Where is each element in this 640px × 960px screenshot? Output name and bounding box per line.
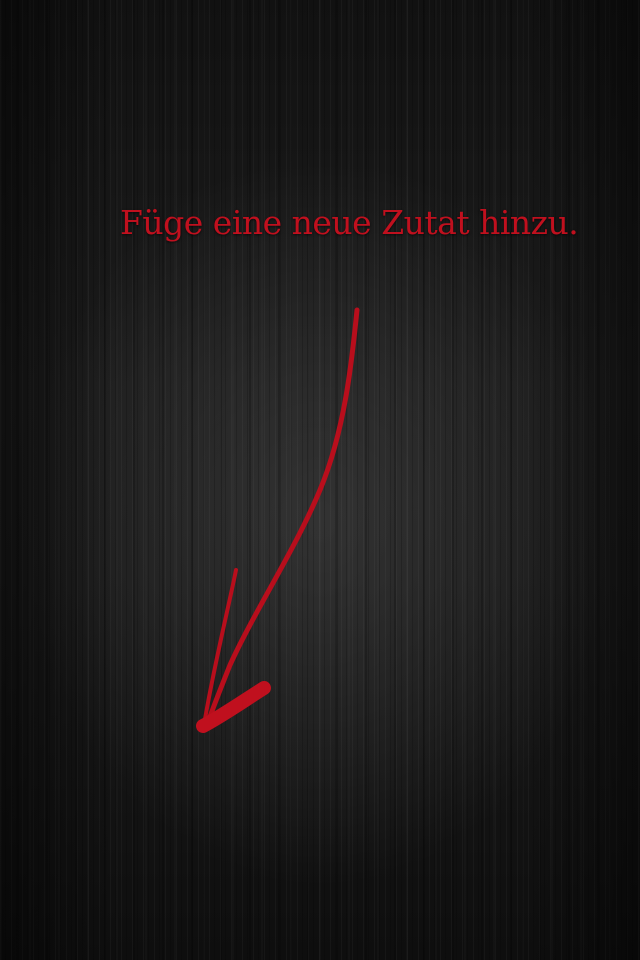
background-vignette xyxy=(0,0,640,960)
arrow-barb-upper xyxy=(202,568,238,727)
arrow-barb-lower xyxy=(196,681,271,733)
arrow-shaft xyxy=(203,307,360,731)
coach-mark-overlay[interactable]: Füge eine neue Zutat hinzu. xyxy=(0,0,640,960)
hand-drawn-arrow-icon xyxy=(196,307,360,733)
wood-texture-background xyxy=(0,0,640,960)
coach-mark-hint-text: Füge eine neue Zutat hinzu. xyxy=(120,203,579,242)
